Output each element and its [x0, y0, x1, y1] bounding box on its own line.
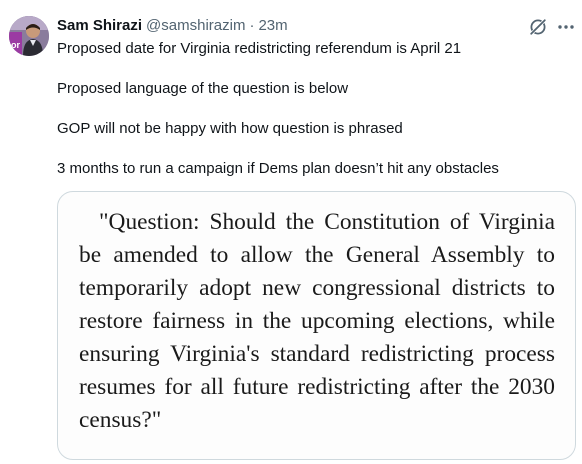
tweet-text-line: GOP will not be happy with how question …: [57, 120, 403, 137]
avatar[interactable]: or: [9, 16, 49, 56]
tweet[interactable]: or Sam Shirazi @samshirazim · 23m Propos…: [0, 0, 582, 464]
grok-button[interactable]: [528, 17, 548, 37]
grok-icon: [529, 18, 547, 36]
avatar-badge-text: or: [11, 40, 20, 50]
tweet-text-line: Proposed language of the question is bel…: [57, 80, 349, 97]
avatar-photo-icon: or: [9, 16, 49, 56]
tweet-text-line: Proposed date for Virginia redistricting…: [57, 40, 462, 57]
more-horizontal-icon: [558, 25, 574, 29]
tweet-text-line: 3 months to run a campaign if Dems plan …: [57, 160, 499, 177]
attached-image[interactable]: "Question: Should the Constitution of Vi…: [57, 191, 576, 460]
more-options-button[interactable]: [556, 17, 576, 37]
image-quote-text: "Question: Should the Constitution of Vi…: [79, 209, 555, 433]
user-handle[interactable]: @samshirazim: [146, 16, 245, 36]
separator-dot: ·: [249, 17, 255, 34]
tweet-header: Sam Shirazi @samshirazim · 23m: [57, 16, 288, 36]
display-name[interactable]: Sam Shirazi: [57, 16, 142, 36]
timestamp[interactable]: 23m: [258, 16, 287, 36]
